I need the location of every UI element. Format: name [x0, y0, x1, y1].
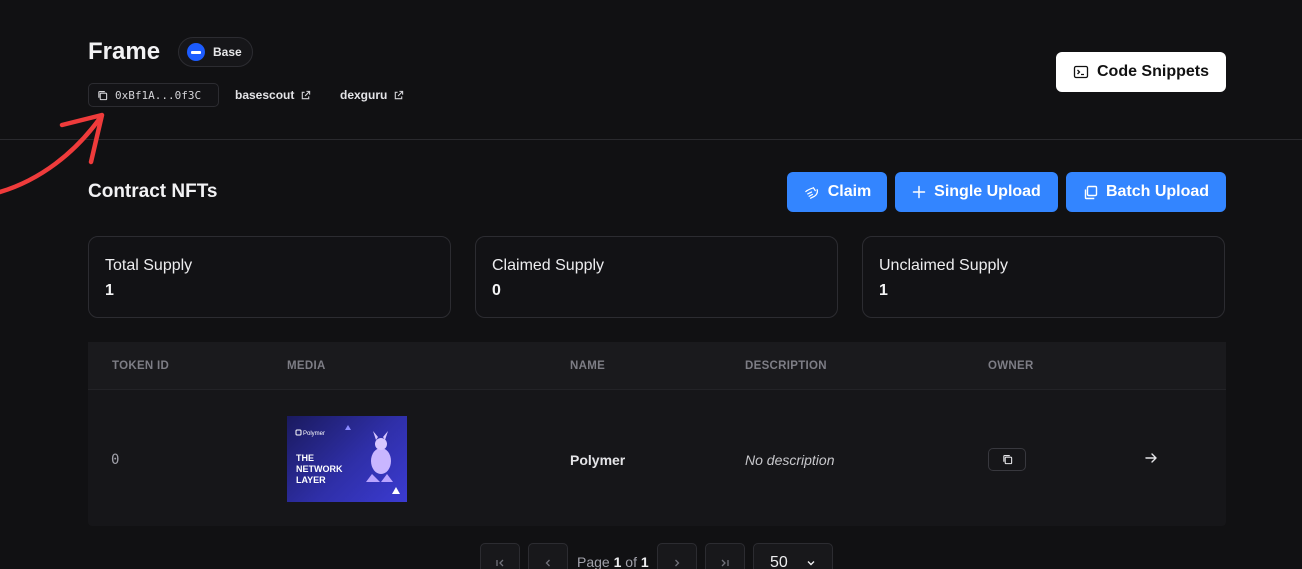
plus-icon — [912, 185, 926, 199]
code-snippets-button[interactable]: Code Snippets — [1056, 52, 1226, 92]
nft-headline-line: LAYER — [296, 475, 326, 485]
hand-icon — [804, 186, 818, 199]
stat-label: Total Supply — [105, 257, 193, 274]
nft-headline-line: THE — [296, 453, 314, 463]
next-page-button[interactable] — [657, 543, 697, 569]
single-upload-label: Single Upload — [934, 183, 1041, 200]
arrow-right-icon[interactable] — [1144, 451, 1158, 465]
external-link-icon — [395, 90, 404, 99]
column-header-media: MEDIA — [287, 360, 326, 372]
kangaroo-icon — [366, 431, 393, 482]
basescout-link[interactable]: basescout — [235, 88, 311, 102]
chevron-left-icon — [545, 559, 550, 567]
of-word: of — [625, 554, 637, 569]
copy-owner-button[interactable] — [988, 448, 1026, 471]
page-size-select[interactable]: 50 — [753, 543, 833, 569]
copy-stack-icon — [1084, 185, 1098, 199]
page-indicator: Page 1 of 1 — [577, 554, 649, 569]
copy-address-button[interactable]: 0xBf1A...0f3C — [88, 83, 219, 107]
claim-label: Claim — [827, 183, 872, 200]
column-header-owner: OWNER — [988, 360, 1034, 372]
dexguru-link-label: dexguru — [340, 88, 388, 102]
nft-description: No description — [745, 452, 835, 468]
previous-page-button[interactable] — [528, 543, 568, 569]
last-page-icon — [721, 559, 729, 567]
terminal-icon — [1073, 65, 1089, 79]
batch-upload-button[interactable]: Batch Upload — [1066, 172, 1226, 212]
chevron-down-icon — [807, 561, 815, 566]
basescout-link-label: basescout — [235, 88, 295, 102]
stat-value: 0 — [492, 282, 501, 299]
code-snippets-label: Code Snippets — [1096, 63, 1209, 80]
single-upload-button[interactable]: Single Upload — [895, 172, 1058, 212]
stat-label: Unclaimed Supply — [879, 257, 1008, 274]
page-title: Frame — [88, 38, 161, 65]
claimed-supply-card: Claimed Supply 0 — [475, 236, 838, 318]
nft-media-thumbnail: Polymer THE NETWORK LAYER — [287, 416, 407, 502]
last-page-button[interactable] — [705, 543, 745, 569]
section-title: Contract NFTs — [88, 181, 218, 202]
dexguru-link[interactable]: dexguru — [340, 88, 404, 102]
batch-upload-label: Batch Upload — [1105, 183, 1210, 200]
contract-header: Frame Base 0xBf1A...0f3C basescout dexgu… — [0, 0, 1302, 140]
stat-value: 1 — [879, 282, 888, 299]
column-header-name: NAME — [570, 360, 606, 372]
page-word: Page — [577, 554, 610, 569]
token-id: 0 — [111, 452, 120, 468]
copy-icon — [1002, 455, 1012, 465]
claim-button[interactable]: Claim — [787, 172, 887, 212]
stat-value: 1 — [105, 282, 114, 299]
column-header-token-id: TOKEN ID — [112, 360, 170, 372]
chain-label: Base — [213, 45, 242, 59]
nft-table: TOKEN ID MEDIA NAME DESCRIPTION OWNER 0 … — [88, 342, 1226, 526]
contract-address: 0xBf1A...0f3C — [115, 88, 202, 102]
chevron-right-icon — [675, 559, 680, 567]
external-link-icon — [302, 90, 311, 99]
total-supply-card: Total Supply 1 — [88, 236, 451, 318]
table-header: TOKEN ID MEDIA NAME DESCRIPTION OWNER — [88, 342, 1226, 390]
nft-brand-text: Polymer — [303, 431, 325, 437]
current-page: 1 — [613, 554, 622, 569]
table-row[interactable]: 0 Polymer THE NETWORK LAYER Polymer No d… — [88, 391, 1226, 526]
column-header-description: DESCRIPTION — [745, 360, 827, 372]
base-chain-icon — [187, 43, 205, 61]
page-size-value: 50 — [770, 554, 788, 569]
chain-badge: Base — [178, 37, 253, 67]
first-page-button[interactable] — [480, 543, 520, 569]
unclaimed-supply-card: Unclaimed Supply 1 — [862, 236, 1225, 318]
total-pages: 1 — [640, 554, 649, 569]
stat-label: Claimed Supply — [492, 257, 605, 274]
first-page-icon — [496, 559, 504, 567]
nft-name: Polymer — [570, 452, 626, 468]
copy-icon — [98, 90, 108, 100]
nft-artwork-image: Polymer THE NETWORK LAYER — [295, 425, 400, 494]
nft-headline-line: NETWORK — [296, 464, 343, 474]
